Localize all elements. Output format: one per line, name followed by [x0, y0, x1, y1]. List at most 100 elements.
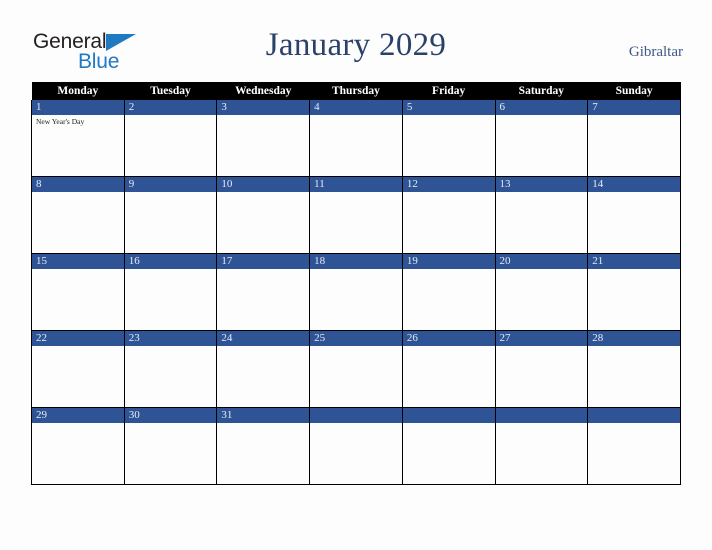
calendar-header-row: Monday Tuesday Wednesday Thursday Friday Satu…: [31, 82, 681, 100]
calendar-day-cell[interactable]: 9: [123, 176, 218, 254]
calendar-day-cell[interactable]: 28: [587, 330, 681, 408]
day-number: 15: [32, 254, 124, 269]
weekday-header-friday: Friday: [402, 82, 496, 100]
calendar-day-cell[interactable]: [401, 407, 496, 485]
day-cell-inner: 4: [310, 100, 402, 176]
day-number: 4: [310, 100, 402, 115]
calendar-day-cell[interactable]: 16: [123, 253, 218, 331]
calendar-day-cell[interactable]: 27: [494, 330, 589, 408]
day-number: 10: [217, 177, 310, 192]
calendar-day-cell[interactable]: 1 New Year's Day: [31, 100, 125, 177]
calendar-day-cell[interactable]: 2: [123, 100, 218, 177]
region-label: Gibraltar: [628, 44, 683, 60]
day-events: [310, 115, 402, 117]
calendar-day-cell[interactable]: [494, 407, 589, 485]
calendar-day-cell[interactable]: 13: [494, 176, 589, 254]
day-number: 23: [124, 331, 217, 346]
calendar-day-cell[interactable]: 20: [494, 253, 589, 331]
calendar-day-cell[interactable]: [587, 407, 681, 485]
calendar-day-cell[interactable]: [309, 407, 403, 485]
day-cell-inner: 27: [495, 331, 588, 407]
day-number: 27: [495, 331, 588, 346]
weekday-header-monday: Monday: [31, 82, 125, 100]
day-number: 24: [217, 331, 310, 346]
calendar-day-cell[interactable]: 19: [401, 253, 496, 331]
calendar-grid: Monday Tuesday Wednesday Thursday Friday Satu…: [31, 82, 681, 485]
day-cell-inner: 6: [495, 100, 588, 176]
calendar-day-cell[interactable]: 8: [31, 176, 125, 254]
day-events: [403, 423, 495, 425]
calendar-day-cell[interactable]: 17: [216, 253, 311, 331]
day-cell-inner: 13: [495, 177, 588, 253]
calendar-day-cell[interactable]: 3: [216, 100, 311, 177]
calendar-day-cell[interactable]: 4: [309, 100, 403, 177]
day-cell-inner: 3: [217, 100, 310, 176]
day-events: [310, 423, 402, 425]
day-cell-inner: 24: [217, 331, 310, 407]
calendar-day-cell[interactable]: 7: [587, 100, 681, 177]
day-events: [496, 346, 588, 348]
day-cell-inner: [310, 408, 402, 484]
calendar-day-cell[interactable]: 6: [494, 100, 589, 177]
calendar-day-cell[interactable]: 29: [31, 407, 125, 485]
day-cell-inner: 21: [588, 254, 680, 330]
day-cell-inner: [495, 408, 588, 484]
day-events: [588, 423, 680, 425]
day-events: [310, 269, 402, 271]
day-cell-inner: 9: [124, 177, 217, 253]
day-events: [496, 423, 588, 425]
calendar-day-cell[interactable]: 14: [587, 176, 681, 254]
calendar-day-cell[interactable]: 5: [401, 100, 496, 177]
calendar-day-cell[interactable]: 10: [216, 176, 311, 254]
calendar-day-cell[interactable]: 12: [401, 176, 496, 254]
day-cell-inner: 20: [495, 254, 588, 330]
calendar-week-row: 22 23 24 25 26 27 28: [31, 330, 681, 408]
calendar-day-cell[interactable]: 25: [309, 330, 403, 408]
day-events: [125, 423, 217, 425]
day-number: [588, 408, 680, 423]
calendar-day-cell[interactable]: 24: [216, 330, 311, 408]
day-cell-inner: 5: [402, 100, 495, 176]
calendar-day-cell[interactable]: 18: [309, 253, 403, 331]
calendar-day-cell[interactable]: 23: [123, 330, 218, 408]
calendar-day-cell[interactable]: 30: [123, 407, 218, 485]
day-cell-inner: 17: [217, 254, 310, 330]
day-cell-inner: 25: [310, 331, 402, 407]
day-number: 9: [124, 177, 217, 192]
calendar-week-row: 1 New Year's Day 2 3 4 5 6 7: [31, 100, 681, 177]
day-number: 30: [124, 408, 217, 423]
day-events: [403, 346, 495, 348]
day-number: 7: [588, 100, 680, 115]
day-events: [217, 423, 309, 425]
day-events: [310, 346, 402, 348]
day-number: 28: [588, 331, 680, 346]
calendar-day-cell[interactable]: 26: [401, 330, 496, 408]
calendar-day-cell[interactable]: 22: [31, 330, 125, 408]
day-cell-inner: 26: [402, 331, 495, 407]
weekday-header-row: Monday Tuesday Wednesday Thursday Friday Satu…: [31, 82, 681, 100]
day-events: [217, 269, 309, 271]
day-cell-inner: 10: [217, 177, 310, 253]
calendar-day-cell[interactable]: 21: [587, 253, 681, 331]
calendar-day-cell[interactable]: 15: [31, 253, 125, 331]
day-number: 31: [217, 408, 310, 423]
day-events: [32, 269, 124, 271]
day-cell-inner: 12: [402, 177, 495, 253]
weekday-header-thursday: Thursday: [309, 82, 403, 100]
day-events: [496, 269, 588, 271]
calendar-day-cell[interactable]: 31: [216, 407, 311, 485]
weekday-header-wednesday: Wednesday: [216, 82, 310, 100]
day-events: [588, 115, 680, 117]
page-header: General Blue January 2029 Gibraltar: [0, 0, 712, 82]
calendar-day-cell[interactable]: 11: [309, 176, 403, 254]
day-cell-inner: 2: [124, 100, 217, 176]
day-cell-inner: [588, 408, 680, 484]
day-cell-inner: 31: [217, 408, 310, 484]
day-cell-inner: 16: [124, 254, 217, 330]
day-events: [310, 192, 402, 194]
day-number: 6: [495, 100, 588, 115]
day-number: 14: [588, 177, 680, 192]
day-number: 2: [124, 100, 217, 115]
day-number: 1: [32, 100, 124, 115]
day-events: [403, 115, 495, 117]
